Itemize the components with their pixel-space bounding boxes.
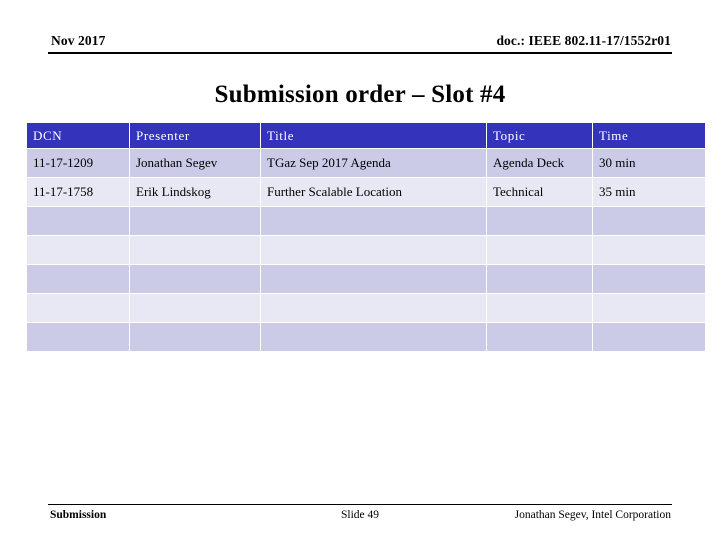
page-title: Submission order – Slot #4 xyxy=(214,81,506,108)
cell-title xyxy=(261,207,486,235)
cell-topic: Agenda Deck xyxy=(487,149,592,177)
cell-presenter xyxy=(130,294,260,322)
slide-header: Nov 2017 doc.: IEEE 802.11-17/1552r01 xyxy=(48,26,672,54)
cell-title xyxy=(261,294,486,322)
cell-title xyxy=(261,265,486,293)
cell-dcn: 11-17-1209 xyxy=(27,149,129,177)
cell-time: 35 min xyxy=(593,178,705,206)
table-row xyxy=(27,323,705,351)
footer-author: Jonathan Segev, Intel Corporation xyxy=(514,509,671,521)
column-header-title: Title xyxy=(261,123,486,148)
table-row: 11-17-1758 Erik Lindskog Further Scalabl… xyxy=(27,178,705,206)
cell-time xyxy=(593,236,705,264)
cell-presenter xyxy=(130,323,260,351)
cell-dcn: 11-17-1758 xyxy=(27,178,129,206)
table-row xyxy=(27,207,705,235)
table-row: 11-17-1209 Jonathan Segev TGaz Sep 2017 … xyxy=(27,149,705,177)
cell-topic xyxy=(487,207,592,235)
cell-dcn xyxy=(27,236,129,264)
cell-dcn xyxy=(27,323,129,351)
cell-presenter: Jonathan Segev xyxy=(130,149,260,177)
cell-dcn xyxy=(27,294,129,322)
cell-topic xyxy=(487,323,592,351)
table-row xyxy=(27,236,705,264)
cell-title: Further Scalable Location xyxy=(261,178,486,206)
cell-topic xyxy=(487,294,592,322)
header-date: Nov 2017 xyxy=(51,33,106,48)
cell-presenter xyxy=(130,236,260,264)
cell-presenter xyxy=(130,207,260,235)
cell-topic: Technical xyxy=(487,178,592,206)
cell-presenter: Erik Lindskog xyxy=(130,178,260,206)
column-header-presenter: Presenter xyxy=(130,123,260,148)
table-body: 11-17-1209 Jonathan Segev TGaz Sep 2017 … xyxy=(27,149,705,351)
submission-order-table: DCN Presenter Title Topic Time 11-17-120… xyxy=(26,122,706,352)
cell-time: 30 min xyxy=(593,149,705,177)
cell-dcn xyxy=(27,207,129,235)
column-header-time: Time xyxy=(593,123,705,148)
cell-dcn xyxy=(27,265,129,293)
table-row xyxy=(27,265,705,293)
cell-presenter xyxy=(130,265,260,293)
table-row xyxy=(27,294,705,322)
slide-footer: Submission Slide 49 Jonathan Segev, Inte… xyxy=(48,504,672,528)
cell-time xyxy=(593,294,705,322)
cell-title xyxy=(261,323,486,351)
submission-order-table-wrapper: DCN Presenter Title Topic Time 11-17-120… xyxy=(26,122,706,352)
cell-time xyxy=(593,207,705,235)
cell-time xyxy=(593,265,705,293)
table-header-row: DCN Presenter Title Topic Time xyxy=(27,123,705,148)
header-document-number: doc.: IEEE 802.11-17/1552r01 xyxy=(496,33,671,48)
cell-topic xyxy=(487,236,592,264)
cell-topic xyxy=(487,265,592,293)
cell-title: TGaz Sep 2017 Agenda xyxy=(261,149,486,177)
column-header-dcn: DCN xyxy=(27,123,129,148)
table-head: DCN Presenter Title Topic Time xyxy=(27,123,705,148)
cell-title xyxy=(261,236,486,264)
column-header-topic: Topic xyxy=(487,123,592,148)
cell-time xyxy=(593,323,705,351)
